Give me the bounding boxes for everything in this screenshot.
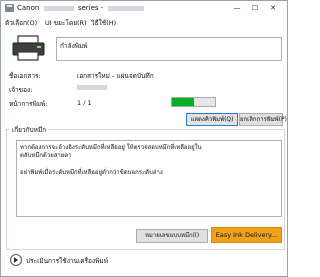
title-suffix: series - xyxy=(77,4,104,12)
maximize-button[interactable]: ☐ xyxy=(249,3,261,13)
printer-app-icon xyxy=(5,4,14,12)
show-print-queue-button[interactable]: แสดงคิวพิมพ์(Q) xyxy=(186,113,238,126)
printer-status-window: Canon series - — ☐ ✕ ตัวเลือก(O) UI ขยะโ… xyxy=(0,0,288,277)
document-name-value: เอกสารใหม่ - แผ่นจดบันทึก xyxy=(77,72,154,80)
menu-bar: ตัวเลือก(O) UI ขยะโดย(R) วิธีใช้(H) xyxy=(1,16,287,28)
menu-view[interactable]: UI ขยะโดย(R) xyxy=(45,18,87,28)
expand-arrow-icon[interactable] xyxy=(10,254,22,266)
cancel-printing-button[interactable]: ยกเลิกการพิมพ์(P) xyxy=(239,113,287,126)
window-title: Canon series - xyxy=(17,4,146,12)
progress-fill xyxy=(172,98,194,106)
menu-help[interactable]: วิธีใช้(H) xyxy=(91,18,116,28)
close-button[interactable]: ✕ xyxy=(267,3,279,13)
port-redacted xyxy=(107,5,144,11)
ink-message-box: หากต้องการจะอ้างอิงระดับหมึกที่เหลืออยู่… xyxy=(16,140,282,217)
document-name-label: ชื่อเอกสาร: xyxy=(9,72,41,80)
title-brand: Canon xyxy=(17,4,40,12)
pages-label: หน้าการพิมพ์: xyxy=(9,100,48,108)
printer-usage-evaluation-link[interactable]: ประเมินการใช้งานเครื่องพิมพ์ xyxy=(26,256,108,266)
status-message-box: กำลังพิมพ์ xyxy=(56,37,282,61)
owner-redacted xyxy=(77,85,107,90)
title-bar: Canon series - — ☐ ✕ xyxy=(1,1,287,15)
ink-group-title: เกี่ยวกับหมึก xyxy=(10,125,49,135)
pages-value: 1 / 1 xyxy=(77,99,92,107)
minimize-button[interactable]: — xyxy=(231,3,243,13)
owner-label: เจ้าของ: xyxy=(9,86,33,94)
ink-message-line1: หากต้องการจะอ้างอิงระดับหมึกที่เหลืออยู่… xyxy=(20,144,202,159)
menu-options[interactable]: ตัวเลือก(O) xyxy=(5,18,37,28)
printer-icon xyxy=(12,35,45,61)
ink-message-line2: อย่าพิมพ์เมื่อระดับหมึกที่เหลืออยู่ต่ำกว… xyxy=(20,169,163,176)
ink-model-number-button[interactable]: หมายเลขแบบหมึก(I) xyxy=(136,229,208,243)
print-progress-bar xyxy=(171,97,216,107)
model-redacted xyxy=(43,5,74,11)
status-message: กำลังพิมพ์ xyxy=(60,42,88,50)
easy-ink-delivery-button[interactable]: Easy Ink Delivery... xyxy=(211,227,282,243)
